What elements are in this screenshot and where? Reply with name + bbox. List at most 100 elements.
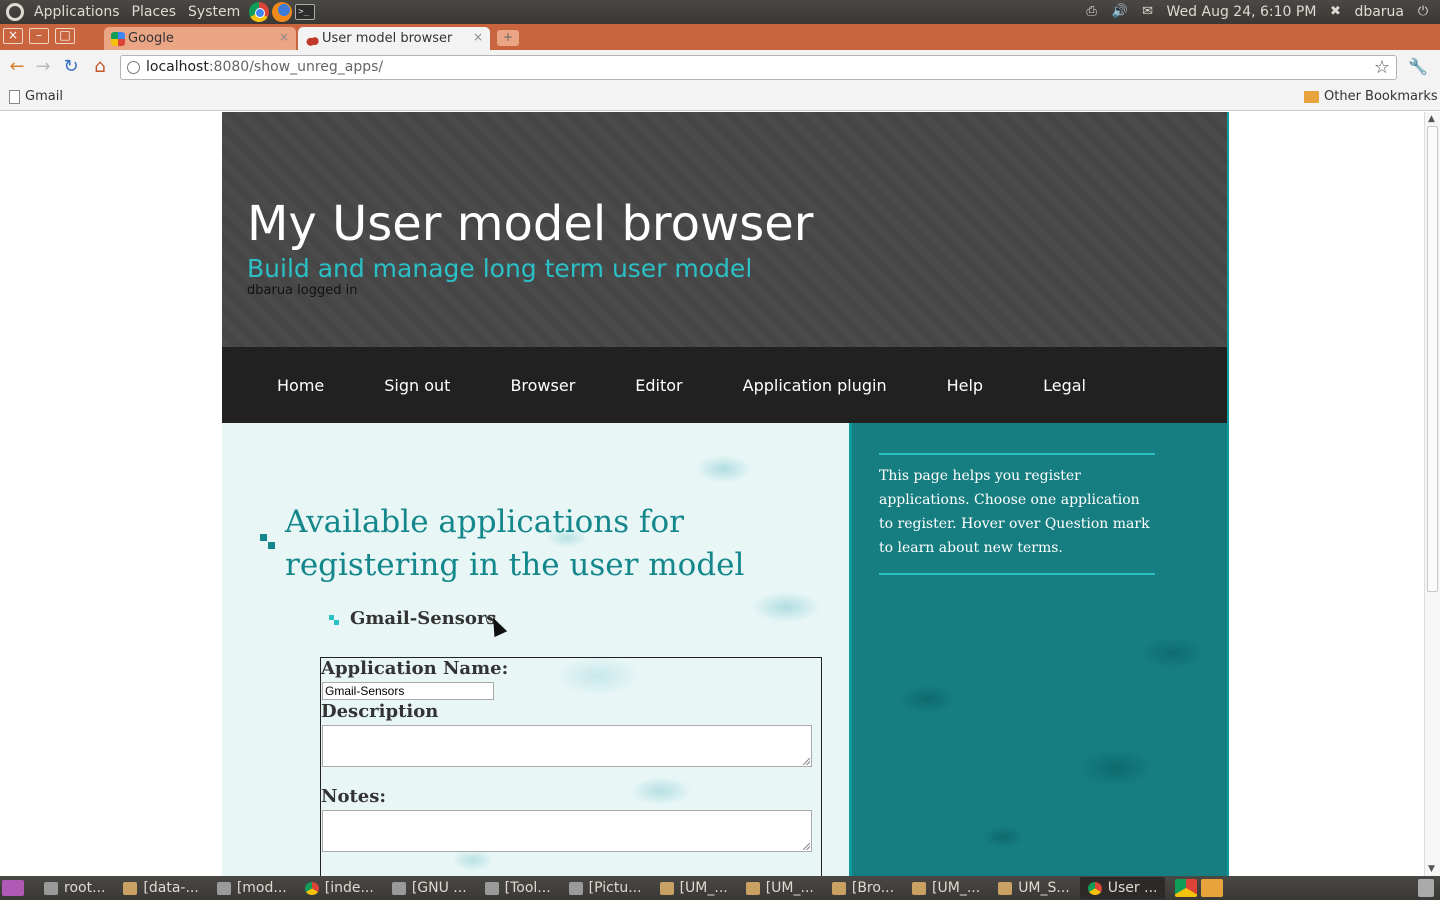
reload-icon[interactable]: ↻ xyxy=(60,57,82,79)
list-bullet-icon xyxy=(260,534,276,550)
site-tagline: Build and manage long term user model xyxy=(247,254,753,283)
task-folder[interactable]: UM_S... xyxy=(990,877,1078,899)
chrome-launcher-icon[interactable] xyxy=(249,2,270,22)
other-bookmarks[interactable]: Other Bookmarks xyxy=(1304,89,1438,104)
bookmark-gmail[interactable]: Gmail xyxy=(9,89,63,104)
bookmark-label: Gmail xyxy=(25,89,63,104)
user-menu[interactable]: dbarua xyxy=(1354,4,1404,20)
task-gimp[interactable]: [GNU ... xyxy=(384,877,475,899)
task-label: [mod... xyxy=(236,880,287,896)
task-terminal[interactable]: root... xyxy=(36,877,113,899)
section-title: Available applications for registering i… xyxy=(285,504,745,583)
nav-editor[interactable]: Editor xyxy=(605,376,712,395)
google-favicon-icon xyxy=(111,32,125,46)
folder-icon xyxy=(745,881,760,895)
task-label: [Tool... xyxy=(504,880,551,896)
task-editor[interactable]: [mod... xyxy=(209,877,295,899)
scrollbar-thumb[interactable] xyxy=(1427,126,1438,592)
ubuntu-logo-icon[interactable] xyxy=(6,3,24,21)
task-label: [inde... xyxy=(324,880,374,896)
task-label: User ... xyxy=(1107,880,1158,896)
tab-close-icon[interactable]: × xyxy=(279,30,289,44)
site-title: My User model browser xyxy=(247,196,814,252)
task-chrome[interactable]: [inde... xyxy=(297,877,382,899)
tab-close-icon[interactable]: × xyxy=(473,30,483,44)
scroll-down-icon[interactable]: ▼ xyxy=(1428,864,1435,874)
volume-icon[interactable]: 🔊 xyxy=(1111,5,1129,19)
task-label: [UM_... xyxy=(932,880,981,896)
bottom-taskbar: root... [data-... [mod... [inde... [GNU … xyxy=(0,876,1440,900)
bookmark-star-icon[interactable]: ☆ xyxy=(1374,57,1390,78)
task-label: [Pictu... xyxy=(588,880,642,896)
task-label: [UM_... xyxy=(765,880,814,896)
nav-legal[interactable]: Legal xyxy=(1013,376,1116,395)
window-minimize-icon[interactable]: – xyxy=(29,28,49,44)
window-maximize-icon[interactable]: □ xyxy=(55,28,75,44)
folder-icon xyxy=(659,881,674,895)
mouse-cursor-icon xyxy=(486,614,508,638)
description-textarea[interactable] xyxy=(322,725,812,767)
folder-icon xyxy=(831,881,846,895)
task-folder[interactable]: [Bro... xyxy=(824,877,902,899)
terminal-launcher-icon[interactable]: >_ xyxy=(295,4,316,20)
task-label: [UM_... xyxy=(679,880,728,896)
task-chrome-active[interactable]: User ... xyxy=(1079,877,1166,899)
notes-textarea[interactable] xyxy=(322,810,812,852)
sidebar: This page helps you register application… xyxy=(849,423,1229,876)
places-menu[interactable]: Places xyxy=(126,4,183,20)
chrome-icon xyxy=(1087,881,1102,895)
workspace-switcher[interactable] xyxy=(1175,879,1224,897)
task-label: [data-... xyxy=(143,880,199,896)
back-arrow-icon[interactable]: ← xyxy=(6,57,28,79)
address-bar[interactable]: localhost:8080/show_unreg_apps/ ☆ xyxy=(120,55,1397,80)
trash-icon[interactable] xyxy=(1418,879,1434,897)
task-label: [GNU ... xyxy=(411,880,467,896)
task-gimp-toolbox[interactable]: [Tool... xyxy=(477,877,559,899)
task-pictures[interactable]: [Pictu... xyxy=(561,877,650,899)
mail-icon[interactable]: ✉ xyxy=(1139,5,1157,19)
window-close-icon[interactable]: × xyxy=(3,28,23,44)
power-icon[interactable]: ⏻ xyxy=(1414,5,1432,19)
top-panel: Applications Places System >_ ⎙ 🔊 ✉ Wed … xyxy=(0,0,1440,24)
bookmark-label: Other Bookmarks xyxy=(1324,89,1438,104)
wrench-icon[interactable]: 🔧 xyxy=(1408,57,1428,76)
task-folder[interactable]: [UM_... xyxy=(652,877,736,899)
chrome-mini-icon[interactable] xyxy=(1175,879,1198,897)
task-folder[interactable]: [UM_... xyxy=(738,877,822,899)
nav-browser[interactable]: Browser xyxy=(480,376,605,395)
firefox-launcher-icon[interactable] xyxy=(272,2,293,22)
nav-help[interactable]: Help xyxy=(917,376,1013,395)
url-path: :8080/show_unreg_apps/ xyxy=(208,59,384,75)
show-desktop-icon[interactable] xyxy=(2,880,24,896)
task-folder[interactable]: [data-... xyxy=(115,877,206,899)
nav-home[interactable]: Home xyxy=(247,376,354,395)
nav-sign-out[interactable]: Sign out xyxy=(354,376,480,395)
page-scrollbar[interactable]: ▲ ▼ xyxy=(1424,112,1440,876)
task-folder[interactable]: [UM_... xyxy=(904,877,988,899)
chrome-icon xyxy=(304,881,319,895)
tab-user-model-browser[interactable]: User model browser × xyxy=(298,27,490,50)
gimp-icon xyxy=(391,881,406,895)
user-status-icon[interactable]: ✖ xyxy=(1326,5,1344,19)
scroll-up-icon[interactable]: ▲ xyxy=(1428,114,1435,124)
tab-google[interactable]: Google × xyxy=(104,27,296,50)
folder-mini-icon[interactable] xyxy=(1201,879,1224,897)
clock[interactable]: Wed Aug 24, 6:10 PM xyxy=(1167,4,1317,20)
url-host: localhost xyxy=(146,59,209,75)
applications-menu[interactable]: Applications xyxy=(28,4,126,20)
system-menu[interactable]: System xyxy=(182,4,246,20)
folder-icon xyxy=(1304,90,1319,103)
home-icon[interactable]: ⌂ xyxy=(89,57,111,79)
main-nav: Home Sign out Browser Editor Application… xyxy=(222,347,1229,423)
terminal-icon xyxy=(44,881,58,895)
nav-application-plugin[interactable]: Application plugin xyxy=(713,376,917,395)
app-name-input[interactable] xyxy=(322,682,494,700)
forward-arrow-icon[interactable]: → xyxy=(32,57,54,79)
folder-icon xyxy=(912,881,927,895)
text-editor-icon xyxy=(216,881,231,895)
app-item-gmail-sensors[interactable]: Gmail-Sensors xyxy=(350,608,497,629)
image-viewer-icon xyxy=(568,881,583,895)
new-tab-button[interactable]: + xyxy=(497,30,519,46)
printer-icon[interactable]: ⎙ xyxy=(1083,5,1101,19)
folder-icon xyxy=(998,881,1013,895)
